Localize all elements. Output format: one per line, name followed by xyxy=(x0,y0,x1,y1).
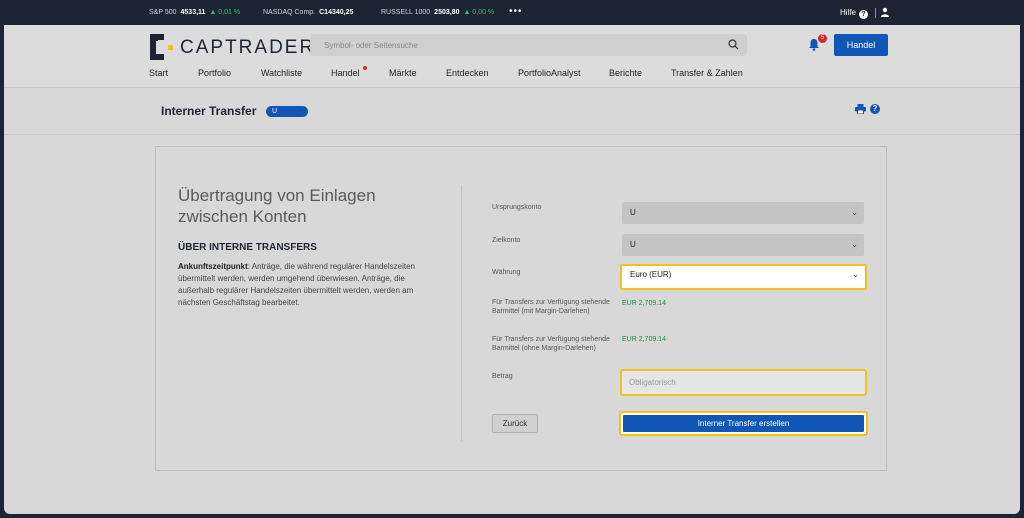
user-icon[interactable] xyxy=(880,7,890,17)
market-ticker-bar: S&P 500 4533,11 ▲ 0,01 % NASDAQ Comp. C1434… xyxy=(4,0,1020,25)
nav-item-markets[interactable]: Märkte xyxy=(389,68,417,78)
ticker-item-nasdaq[interactable]: NASDAQ Comp. C14340,25 xyxy=(263,9,357,16)
currency-label: Währung xyxy=(492,269,521,276)
ticker-change: ▲ 0,01 % xyxy=(209,9,241,16)
trade-button[interactable]: Handel xyxy=(834,34,888,56)
nav-item-portfolioanalyst[interactable]: PortfolioAnalyst xyxy=(518,68,581,78)
card-description: Ankunftszeitpunkt: Anträge, die während … xyxy=(178,261,438,309)
help-circle-icon: ? xyxy=(859,10,869,19)
page-title: Interner Transfer xyxy=(161,104,257,118)
source-account-label: Ursprungskonto xyxy=(492,204,542,211)
nav-item-watchlist[interactable]: Watchliste xyxy=(261,68,302,78)
ticker-divider xyxy=(875,8,876,18)
search-box[interactable] xyxy=(310,34,747,56)
ticker-change: ▲ 0,00 % xyxy=(463,9,495,16)
source-account-value: U xyxy=(630,208,636,217)
amount-field-wrapper[interactable] xyxy=(620,369,867,396)
trade-alert-dot xyxy=(363,66,367,70)
page-header: Interner Transfer U ? xyxy=(4,89,1020,135)
ticker-item-sp500[interactable]: S&P 500 4533,11 ▲ 0,01 % xyxy=(149,9,240,16)
ticker-label: S&P 500 xyxy=(149,9,177,16)
available-cash-nomargin-value: EUR 2,709.14 xyxy=(622,336,666,343)
app-window: S&P 500 4533,11 ▲ 0,01 % NASDAQ Comp. C1434… xyxy=(4,0,1020,514)
help-icon[interactable]: ? xyxy=(870,104,880,114)
card-subheading: ÜBER INTERNE TRANSFERS xyxy=(178,242,317,253)
print-icon[interactable] xyxy=(855,104,866,114)
target-account-label: Zielkonto xyxy=(492,237,521,244)
ticker-value: C14340,25 xyxy=(319,9,354,16)
brand-name[interactable]: CAPTRADER xyxy=(180,37,315,59)
currency-select[interactable]: Euro (EUR) ⌄ xyxy=(620,264,867,290)
captrader-logo-icon[interactable] xyxy=(150,34,176,60)
available-cash-nomargin-label: Für Transfers zur Verfügung stehende Bar… xyxy=(492,336,610,352)
search-input[interactable] xyxy=(310,34,747,56)
nav-item-reports[interactable]: Berichte xyxy=(609,68,642,78)
ticker-label: NASDAQ Comp. xyxy=(263,9,316,16)
column-divider xyxy=(461,185,462,441)
nav-item-start[interactable]: Start xyxy=(149,68,168,78)
available-cash-margin-value: EUR 2,709.14 xyxy=(622,300,666,307)
back-button[interactable]: Zurück xyxy=(492,414,538,433)
arrival-time-label: Ankunftszeitpunkt xyxy=(178,262,248,271)
amount-label: Betrag xyxy=(492,373,513,380)
nav-item-trade[interactable]: Handel xyxy=(331,68,360,78)
notification-count-badge: 5 xyxy=(818,34,827,43)
submit-button-highlight: Interner Transfer erstellen xyxy=(619,411,868,436)
chevron-down-icon: ⌄ xyxy=(852,270,859,279)
card-heading: Übertragung von Einlagen zwischen Konten xyxy=(178,186,376,226)
main-navigation: Start Portfolio Watchliste Handel Märkte… xyxy=(4,66,1020,84)
ticker-value: 2503,80 xyxy=(434,9,460,16)
transfer-card: Übertragung von Einlagen zwischen Konten… xyxy=(155,146,887,471)
ticker-value: 4533,11 xyxy=(180,9,206,16)
target-account-value: U xyxy=(630,240,636,249)
source-account-select[interactable]: U ⌄ xyxy=(622,202,864,224)
nav-item-transfer-payments[interactable]: Transfer & Zahlen xyxy=(671,68,743,78)
target-account-select[interactable]: U ⌄ xyxy=(622,234,864,256)
currency-value: Euro (EUR) xyxy=(630,270,672,279)
help-label: Hilfe xyxy=(840,8,857,17)
nav-item-discover[interactable]: Entdecken xyxy=(446,68,489,78)
search-icon[interactable] xyxy=(728,39,739,50)
account-selector-badge[interactable]: U xyxy=(266,106,308,117)
chevron-down-icon: ⌄ xyxy=(851,208,858,217)
ticker-label: RUSSELL 1000 xyxy=(381,9,431,16)
main-header: CAPTRADER 5 Handel Start Portfolio Watch… xyxy=(4,25,1020,88)
create-transfer-button[interactable]: Interner Transfer erstellen xyxy=(623,415,864,432)
ticker-item-russell[interactable]: RUSSELL 1000 2503,80 ▲ 0,00 % xyxy=(381,9,494,16)
help-link[interactable]: Hilfe? xyxy=(840,8,869,19)
chevron-down-icon: ⌄ xyxy=(851,240,858,249)
ticker-more-button[interactable]: ••• xyxy=(509,6,523,17)
nav-item-portfolio[interactable]: Portfolio xyxy=(198,68,231,78)
amount-input[interactable] xyxy=(629,371,865,394)
available-cash-margin-label: Für Transfers zur Verfügung stehende Bar… xyxy=(492,299,610,315)
